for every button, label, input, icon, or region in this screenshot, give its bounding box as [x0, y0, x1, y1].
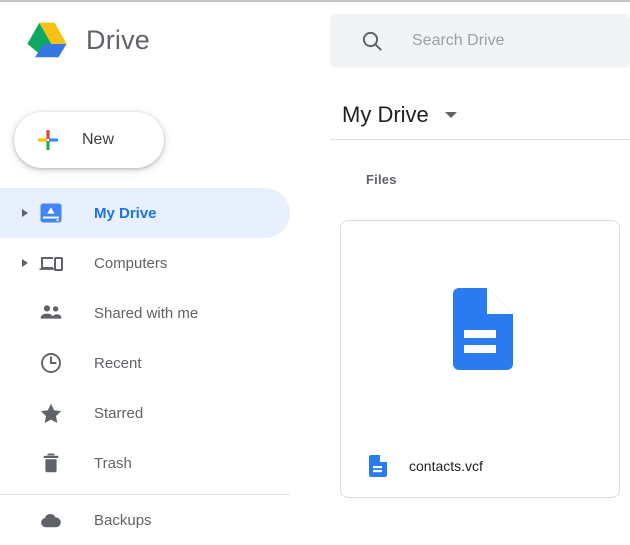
sidebar-item-computers[interactable]: Computers: [0, 238, 320, 288]
sidebar-item-label: Shared with me: [94, 304, 199, 322]
computers-icon: [38, 251, 64, 275]
search-placeholder: Search Drive: [412, 32, 505, 49]
sidebar-item-my-drive[interactable]: My Drive: [0, 188, 290, 238]
sidebar-item-label: My Drive: [94, 204, 157, 222]
plus-icon: [38, 130, 58, 150]
sidebar-item-label: Starred: [94, 404, 144, 422]
search-icon: [362, 31, 382, 51]
main-content: Search Drive My Drive Files contacts.vcf: [320, 0, 630, 544]
document-icon: [369, 455, 387, 477]
brand: Drive: [24, 16, 150, 64]
clock-icon: [38, 351, 64, 375]
sidebar-item-backups[interactable]: Backups: [0, 495, 320, 545]
sidebar-item-label: Backups: [94, 511, 152, 529]
file-card-footer: contacts.vcf: [341, 435, 619, 497]
file-name: contacts.vcf: [409, 458, 483, 474]
breadcrumb[interactable]: My Drive: [330, 92, 457, 138]
search-input[interactable]: Search Drive: [330, 14, 630, 68]
product-name: Drive: [86, 24, 151, 55]
sidebar-item-trash[interactable]: Trash: [0, 438, 320, 488]
sidebar-item-recent[interactable]: Recent: [0, 338, 320, 388]
trash-icon: [38, 451, 64, 475]
file-thumbnail: [341, 221, 619, 437]
sidebar-item-label: Computers: [94, 254, 168, 272]
star-icon: [38, 401, 64, 425]
expand-caret-my-drive[interactable]: [14, 209, 36, 217]
new-button-label: New: [82, 131, 115, 148]
file-card[interactable]: contacts.vcf: [340, 220, 620, 498]
my-drive-icon: [38, 201, 64, 225]
sidebar-item-label: Recent: [94, 354, 142, 372]
expand-caret-computers[interactable]: [14, 259, 36, 267]
sidebar: Drive New My Drive Computers Shared with…: [0, 0, 320, 544]
people-icon: [38, 301, 64, 325]
breadcrumb-label: My Drive: [342, 102, 429, 127]
sidebar-item-starred[interactable]: Starred: [0, 388, 320, 438]
window-top-rule: [0, 0, 630, 2]
drive-logo-icon: [27, 22, 67, 57]
drive-app: Drive New My Drive Computers Shared with…: [0, 0, 630, 544]
section-label-files: Files: [366, 172, 397, 187]
new-button[interactable]: New: [14, 112, 164, 168]
sidebar-item-label: Trash: [94, 454, 132, 472]
document-icon: [453, 288, 513, 370]
cloud-icon: [38, 508, 64, 532]
sidebar-nav: My Drive Computers Shared with me Recent…: [0, 188, 320, 545]
breadcrumb-divider: [330, 139, 630, 140]
chevron-down-icon[interactable]: [444, 112, 457, 118]
sidebar-item-shared-with-me[interactable]: Shared with me: [0, 288, 320, 338]
